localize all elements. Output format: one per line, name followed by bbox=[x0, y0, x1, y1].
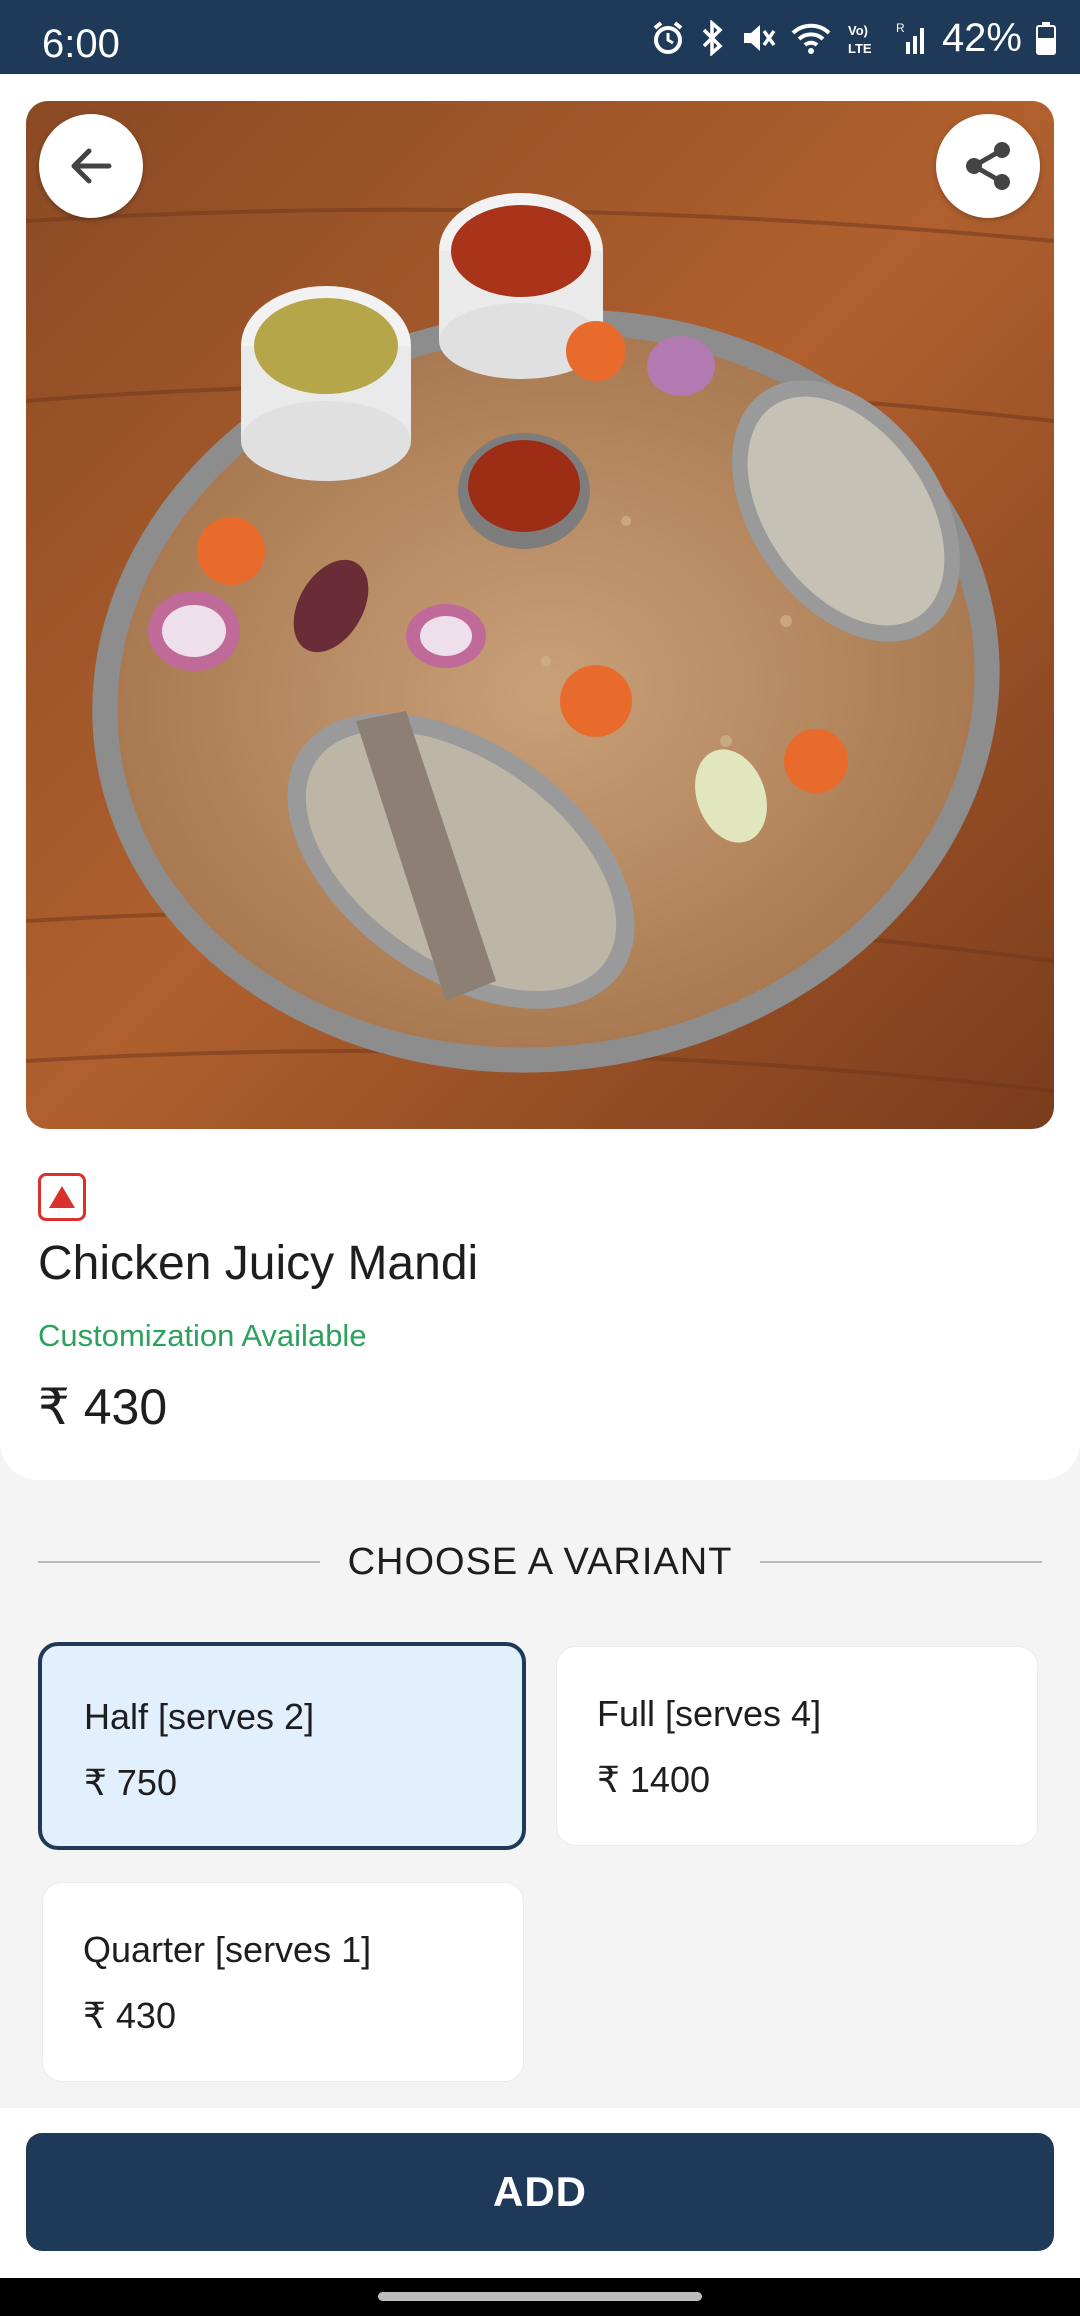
back-button[interactable] bbox=[39, 114, 143, 218]
signal-icon: R bbox=[896, 21, 924, 54]
divider bbox=[760, 1561, 1042, 1563]
variant-name: Quarter [serves 1] bbox=[83, 1929, 372, 1970]
bluetooth-icon bbox=[702, 20, 723, 56]
alarm-icon bbox=[653, 21, 683, 54]
status-bar: 6:00 Vo) LTE R 42% bbox=[0, 0, 1080, 74]
arrow-left-icon bbox=[71, 148, 112, 184]
variant-heading: CHOOSE A VARIANT bbox=[38, 1536, 1042, 1588]
customization-label: Customization Available bbox=[38, 1318, 367, 1353]
gesture-handle[interactable] bbox=[378, 2292, 702, 2301]
volte-icon: Vo) LTE bbox=[848, 23, 872, 56]
share-button[interactable] bbox=[936, 114, 1040, 218]
variant-price: ₹ 750 bbox=[84, 1762, 177, 1803]
status-time: 6:00 bbox=[42, 22, 120, 66]
variant-heading-label: CHOOSE A VARIANT bbox=[347, 1540, 733, 1583]
dish-price: ₹ 430 bbox=[38, 1379, 168, 1435]
variant-option-full[interactable]: Full [serves 4] ₹ 1400 bbox=[556, 1646, 1038, 1846]
variant-option-quarter[interactable]: Quarter [serves 1] ₹ 430 bbox=[42, 1882, 524, 2082]
battery-icon bbox=[1036, 22, 1056, 55]
variant-price: ₹ 430 bbox=[83, 1995, 176, 2036]
battery-percent: 42% bbox=[941, 15, 1022, 60]
variant-price: ₹ 1400 bbox=[597, 1759, 710, 1800]
dish-title: Chicken Juicy Mandi bbox=[38, 1237, 479, 1290]
non-veg-icon bbox=[38, 1173, 86, 1221]
variant-option-half[interactable]: Half [serves 2] ₹ 750 bbox=[38, 1642, 526, 1850]
wifi-icon bbox=[791, 23, 831, 54]
svg-text:R: R bbox=[896, 21, 905, 35]
status-icons: Vo) LTE R 42% bbox=[650, 15, 1056, 60]
dish-image bbox=[26, 101, 1054, 1129]
variant-name: Full [serves 4] bbox=[597, 1693, 822, 1734]
share-icon bbox=[966, 142, 1010, 190]
add-button[interactable]: ADD bbox=[26, 2133, 1054, 2251]
divider bbox=[38, 1561, 320, 1563]
mute-icon bbox=[743, 25, 776, 51]
svg-text:Vo): Vo) bbox=[848, 23, 868, 38]
svg-text:LTE: LTE bbox=[848, 41, 872, 56]
variant-name: Half [serves 2] bbox=[84, 1696, 315, 1737]
